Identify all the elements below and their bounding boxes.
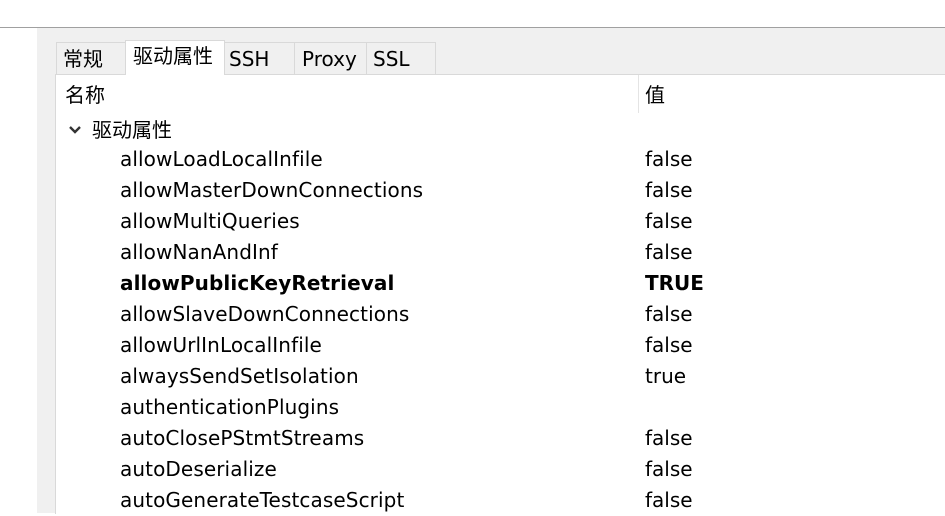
property-value[interactable]: false	[645, 144, 693, 175]
property-name: alwaysSendSetIsolation	[120, 364, 359, 388]
table-row[interactable]: allowSlaveDownConnections false	[56, 299, 945, 330]
column-header-value[interactable]: 值	[645, 81, 665, 109]
column-resize-handle[interactable]	[638, 75, 639, 113]
chevron-down-icon[interactable]	[66, 120, 84, 138]
property-value[interactable]: true	[645, 361, 686, 392]
table-row[interactable]: allowNanAndInf false	[56, 237, 945, 268]
property-value[interactable]: TRUE	[645, 268, 704, 299]
property-value[interactable]: false	[645, 206, 693, 237]
property-name: allowUrlInLocalInfile	[120, 333, 322, 357]
window-top-area	[0, 0, 945, 27]
tree-group-label: 驱动属性	[92, 118, 172, 142]
table-row[interactable]: authenticationPlugins	[56, 392, 945, 423]
properties-table: 名称 值 驱动属性 allowLoadLocalInfile false allo…	[55, 74, 945, 514]
table-row[interactable]: autoClosePStmtStreams false	[56, 423, 945, 454]
tree-group-driver-properties[interactable]: 驱动属性	[66, 113, 172, 144]
tab-proxy[interactable]: Proxy	[294, 42, 367, 74]
table-row[interactable]: allowLoadLocalInfile false	[56, 144, 945, 175]
column-header-name[interactable]: 名称	[65, 81, 105, 109]
property-value[interactable]: false	[645, 454, 693, 485]
property-value[interactable]: false	[645, 175, 693, 206]
property-value[interactable]: false	[645, 423, 693, 454]
property-name: allowMasterDownConnections	[120, 178, 424, 202]
property-value[interactable]: false	[645, 237, 693, 268]
property-name: allowLoadLocalInfile	[120, 147, 323, 171]
property-name: allowSlaveDownConnections	[120, 302, 410, 326]
tab-general[interactable]: 常规	[56, 42, 126, 74]
table-row[interactable]: autoDeserialize false	[56, 454, 945, 485]
property-value[interactable]: false	[645, 299, 693, 330]
table-row[interactable]: allowUrlInLocalInfile false	[56, 330, 945, 361]
tab-bar: 常规 驱动属性 SSH Proxy SSL	[56, 40, 436, 75]
property-name: allowNanAndInf	[120, 240, 278, 264]
property-name: allowPublicKeyRetrieval	[120, 271, 395, 295]
property-name: autoDeserialize	[120, 457, 277, 481]
property-name: autoGenerateTestcaseScript	[120, 488, 405, 512]
tab-ssl[interactable]: SSL	[366, 42, 436, 74]
tab-driver-properties[interactable]: 驱动属性	[125, 40, 225, 75]
property-name: allowMultiQueries	[120, 209, 300, 233]
table-row[interactable]: alwaysSendSetIsolation true	[56, 361, 945, 392]
property-value[interactable]: false	[645, 485, 693, 516]
property-rows: allowLoadLocalInfile false allowMasterDow…	[56, 144, 945, 516]
tab-ssh[interactable]: SSH	[224, 42, 295, 74]
property-name: autoClosePStmtStreams	[120, 426, 365, 450]
table-row[interactable]: allowPublicKeyRetrieval TRUE	[56, 268, 945, 299]
table-row[interactable]: allowMasterDownConnections false	[56, 175, 945, 206]
property-value[interactable]: false	[645, 330, 693, 361]
property-name: authenticationPlugins	[120, 395, 340, 419]
left-gutter	[0, 28, 37, 513]
table-row[interactable]: autoGenerateTestcaseScript false	[56, 485, 945, 516]
table-row[interactable]: allowMultiQueries false	[56, 206, 945, 237]
